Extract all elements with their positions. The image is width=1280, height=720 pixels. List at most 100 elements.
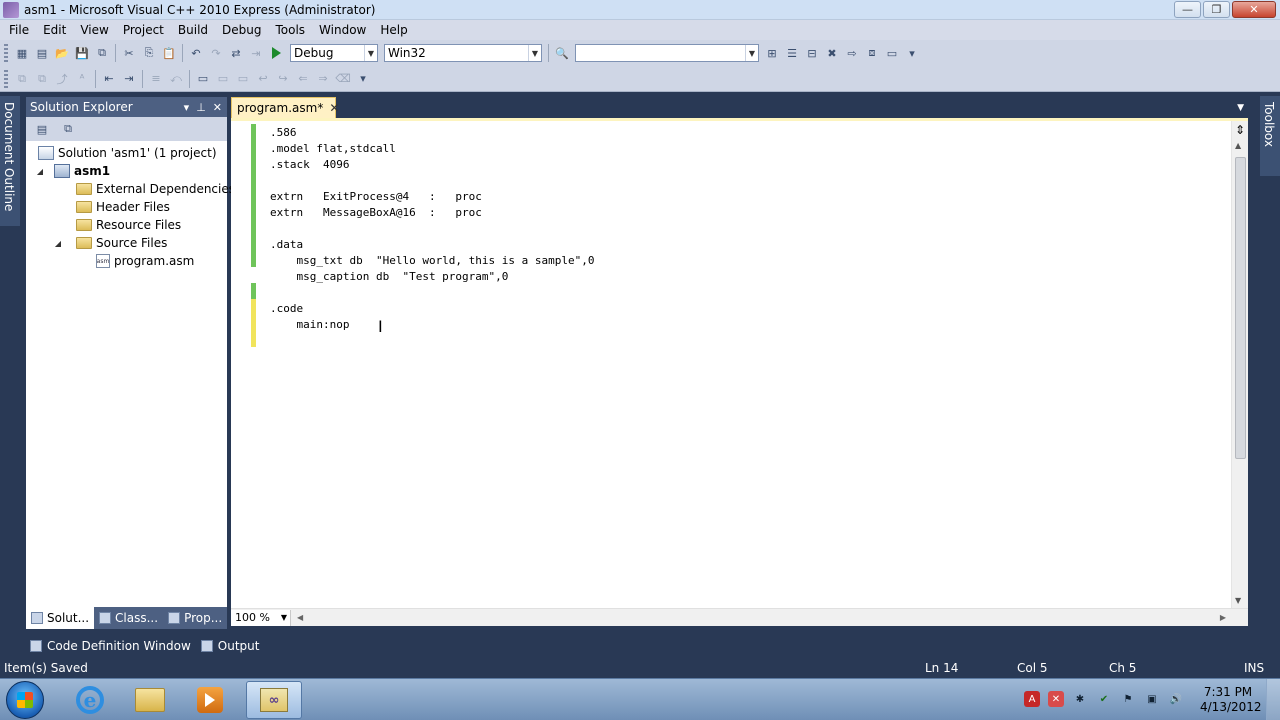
chevron-down-icon[interactable]: ▼ — [528, 45, 541, 61]
platform-select[interactable]: Win32 ▼ — [384, 44, 542, 62]
shield-icon[interactable]: ✔ — [1096, 691, 1112, 707]
pdf-reader-icon[interactable]: A — [1024, 691, 1040, 707]
splitter-icon[interactable]: ⇕ — [1233, 123, 1247, 137]
save-all-icon[interactable]: ⧉ — [94, 45, 110, 61]
navigate-icon[interactable]: ⇄ — [228, 45, 244, 61]
tree-item-source-files[interactable]: ◢ Source Files — [52, 234, 167, 252]
command-window-icon[interactable]: ▭ — [884, 45, 900, 61]
window-position-icon[interactable]: ▾ — [184, 101, 190, 114]
clock[interactable]: 7:31 PM 4/13/2012 — [1200, 685, 1262, 715]
find-combo[interactable]: ▼ — [575, 44, 759, 62]
toolbar-grip[interactable] — [4, 44, 8, 62]
tree-item-solution[interactable]: Solution 'asm1' (1 project) — [38, 144, 217, 162]
tab-program-asm[interactable]: program.asm* ✕ — [231, 97, 339, 118]
clear-bookmarks-icon[interactable]: ⌫ — [335, 71, 351, 87]
security-alert-icon[interactable]: ✕ — [1048, 691, 1064, 707]
show-all-files-icon[interactable]: ⧉ — [60, 121, 76, 137]
menu-debug[interactable]: Debug — [215, 23, 268, 37]
chevron-down-icon[interactable]: ▼ — [281, 613, 287, 622]
expanded-arrow-icon[interactable]: ◢ — [34, 167, 46, 176]
menu-project[interactable]: Project — [116, 23, 171, 37]
redo-icon[interactable]: ↷ — [208, 45, 224, 61]
properties-icon[interactable]: ▤ — [34, 121, 50, 137]
tab-class-view[interactable]: Class... — [94, 608, 163, 628]
volume-icon[interactable]: 🔊 — [1168, 691, 1184, 707]
zoom-select[interactable]: 100 % ▼ — [231, 609, 291, 626]
comment-icon[interactable]: ≡ — [148, 71, 164, 87]
close-button[interactable]: ✕ — [1232, 1, 1276, 18]
scroll-up-icon[interactable]: ▲ — [1235, 141, 1241, 150]
cut-icon[interactable]: ✂ — [121, 45, 137, 61]
scroll-thumb[interactable] — [1235, 157, 1246, 459]
maximize-button[interactable]: ❐ — [1203, 1, 1230, 18]
start-debugging-icon[interactable] — [272, 47, 281, 59]
properties-icon[interactable]: ☰ — [784, 45, 800, 61]
open-file-icon[interactable]: 📂 — [54, 45, 70, 61]
find-in-files-icon[interactable]: 🔍 — [554, 45, 570, 61]
scroll-right-icon[interactable]: ▶ — [1220, 613, 1226, 622]
pin-icon[interactable]: ⊥ — [196, 101, 206, 114]
close-icon[interactable]: ✕ — [329, 101, 339, 115]
prev-bookmark-icon[interactable]: ▭ — [215, 71, 231, 87]
tab-property-manager[interactable]: Prop... — [163, 608, 227, 628]
undo-icon[interactable]: ↶ — [188, 45, 204, 61]
object-browser-icon[interactable]: ⊟ — [804, 45, 820, 61]
minimize-button[interactable]: — — [1174, 1, 1201, 18]
new-project-icon[interactable]: ▦ — [14, 45, 30, 61]
toolbox-tab[interactable]: Toolbox — [1260, 96, 1278, 153]
add-item-icon[interactable]: ▤ — [34, 45, 50, 61]
toolbar-options-icon[interactable]: ▾ — [355, 71, 371, 87]
toolbar-grip[interactable] — [4, 69, 8, 88]
expanded-arrow-icon[interactable]: ◢ — [52, 239, 64, 248]
tools-icon[interactable]: ✱ — [1072, 691, 1088, 707]
scroll-down-icon[interactable]: ▼ — [1235, 596, 1241, 605]
copy-icon[interactable]: ⎘ — [141, 45, 157, 61]
tree-item-program-asm[interactable]: asm program.asm — [96, 252, 194, 270]
increase-indent-icon[interactable]: ⇥ — [121, 71, 137, 87]
tab-output[interactable]: Output — [197, 639, 266, 653]
visual-studio-taskbar-button[interactable]: ∞ — [246, 681, 302, 719]
chevron-down-icon[interactable]: ▼ — [364, 45, 377, 61]
solution-explorer-icon[interactable]: ⊞ — [764, 45, 780, 61]
code-text[interactable]: .586 .model flat,stdcall .stack 4096 ext… — [270, 125, 595, 333]
toolbar-options-icon[interactable]: ▾ — [904, 45, 920, 61]
paste-icon[interactable]: 📋 — [161, 45, 177, 61]
object-members-icon[interactable]: ⧉ — [14, 71, 30, 87]
menu-tools[interactable]: Tools — [268, 23, 312, 37]
toolbox-icon[interactable]: ✖ — [824, 45, 840, 61]
action-center-icon[interactable]: ⚑ — [1120, 691, 1136, 707]
tab-code-definition-window[interactable]: Code Definition Window — [26, 639, 197, 653]
menu-file[interactable]: File — [2, 23, 36, 37]
quick-info-icon[interactable]: ⤴ — [54, 71, 70, 87]
document-outline-tab[interactable]: Document Outline — [0, 96, 18, 217]
internet-explorer-taskbar-button[interactable]: e — [62, 681, 118, 719]
tab-solution-explorer[interactable]: Solut... — [26, 607, 95, 629]
start-button[interactable] — [6, 681, 44, 719]
complete-word-icon[interactable]: ᴬ — [74, 71, 90, 87]
network-icon[interactable]: ▣ — [1144, 691, 1160, 707]
chevron-down-icon[interactable]: ▼ — [1237, 103, 1244, 113]
scroll-left-icon[interactable]: ◀ — [297, 613, 303, 622]
next-bookmark-icon[interactable]: ▭ — [235, 71, 251, 87]
media-player-taskbar-button[interactable] — [182, 681, 238, 719]
next-bookmark-doc-icon[interactable]: ⇒ — [315, 71, 331, 87]
menu-view[interactable]: View — [73, 23, 115, 37]
decrease-indent-icon[interactable]: ⇤ — [101, 71, 117, 87]
horizontal-scrollbar[interactable]: 100 % ▼ ◀ ▶ — [231, 608, 1248, 626]
menu-window[interactable]: Window — [312, 23, 373, 37]
windows-explorer-taskbar-button[interactable] — [122, 681, 178, 719]
tree-item-project[interactable]: ◢ asm1 — [34, 162, 110, 180]
tree-item-resource-files[interactable]: Resource Files — [76, 216, 181, 234]
menu-build[interactable]: Build — [171, 23, 215, 37]
code-editor[interactable]: .586 .model flat,stdcall .stack 4096 ext… — [231, 118, 1248, 608]
save-icon[interactable]: 💾 — [74, 45, 90, 61]
prev-bookmark-doc-icon[interactable]: ⇐ — [295, 71, 311, 87]
visual-studio-app-icon[interactable] — [3, 1, 19, 18]
parameter-info-icon[interactable]: ⧉ — [34, 71, 50, 87]
tree-item-header-files[interactable]: Header Files — [76, 198, 170, 216]
chevron-down-icon[interactable]: ▼ — [745, 45, 758, 61]
menu-edit[interactable]: Edit — [36, 23, 73, 37]
prev-bookmark-folder-icon[interactable]: ↩ — [255, 71, 271, 87]
toggle-bookmark-icon[interactable]: ▭ — [195, 71, 211, 87]
uncomment-icon[interactable]: ⤺ — [168, 71, 184, 87]
